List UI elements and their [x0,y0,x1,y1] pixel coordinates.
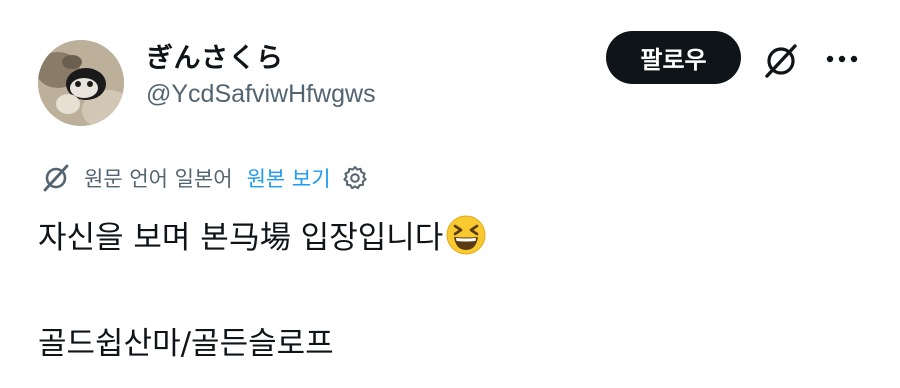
post-text-line-2: 골드쉽산마/골든슬로프 [38,326,334,362]
translate-icon [43,164,69,192]
profile-photo [38,40,124,126]
more-options-button[interactable] [822,45,862,75]
author-handle[interactable]: @YcdSafviwHfwgws [146,80,376,109]
gear-icon[interactable] [341,164,369,192]
follow-button[interactable]: 팔로우 [606,31,741,84]
post-text-line: 자신을 보며 본马場 입장입니다 [38,212,487,257]
show-original-link[interactable]: 원본 보기 [247,163,331,193]
post-text: 자신을 보며 본马場 입장입니다 [38,220,444,256]
more-icon [826,55,858,63]
grinning-squinting-face-icon [446,215,486,254]
translation-row: 원문 언어 일본어 원본 보기 [40,160,369,196]
author-avatar[interactable] [38,40,124,126]
translation-language-note: 원문 언어 일본어 [84,167,233,191]
author-display-name[interactable]: ぎんさくら [146,36,284,75]
grok-button[interactable] [759,39,803,83]
grok-icon [765,44,797,78]
